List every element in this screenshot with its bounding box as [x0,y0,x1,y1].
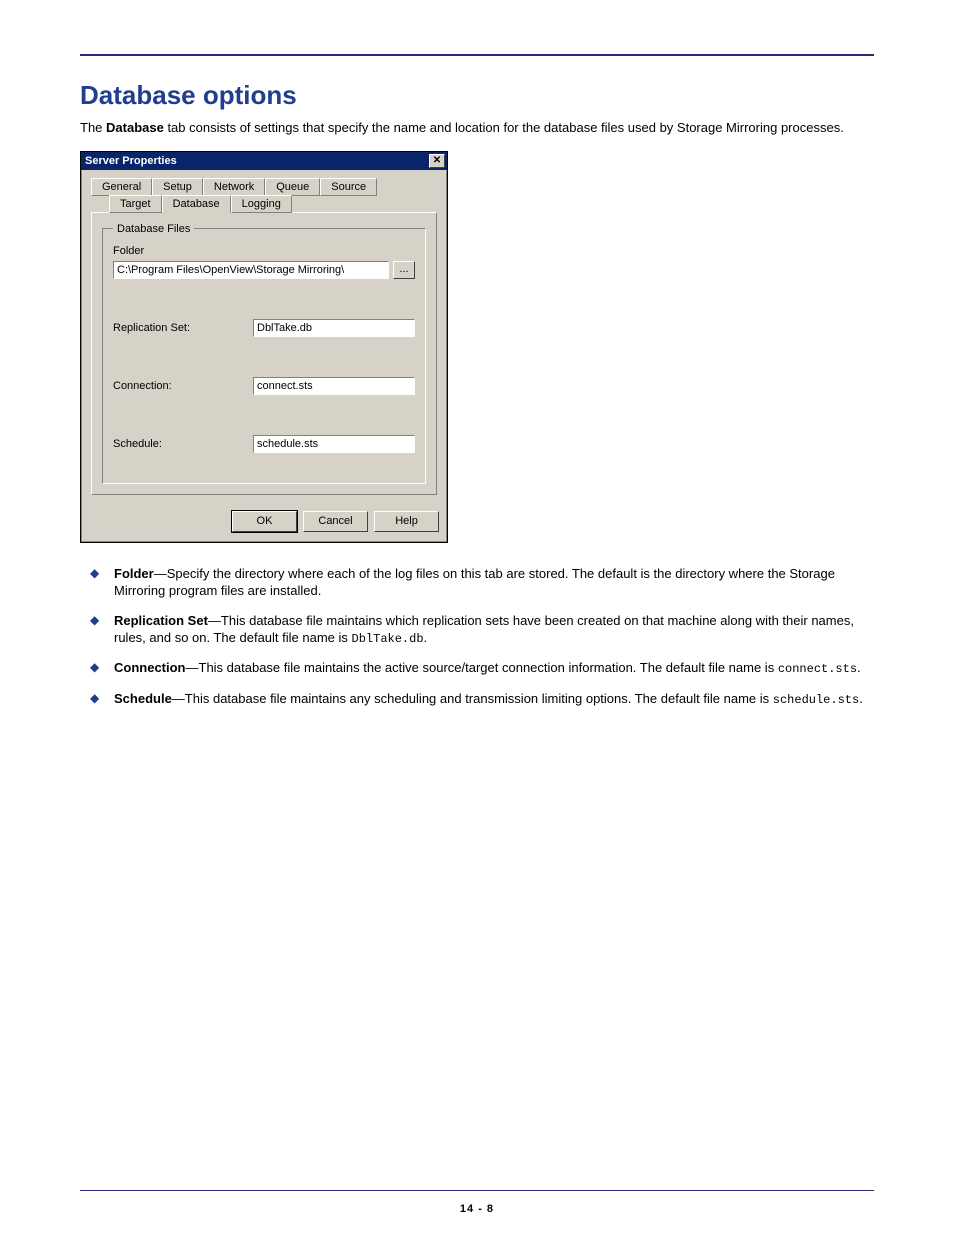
tab-general[interactable]: General [91,178,152,196]
page-content: Database options The Database tab consis… [80,80,874,720]
ok-button[interactable]: OK [232,511,297,532]
bullet-repset-bold: Replication Set [114,613,208,628]
cancel-button[interactable]: Cancel [303,511,368,532]
intro-suffix: tab consists of settings that specify th… [164,120,844,135]
bullet-folder-text: —Specify the directory where each of the… [114,566,835,599]
bullet-sched-bold: Schedule [114,691,172,706]
list-item: Schedule—This database file maintains an… [80,690,874,708]
tab-queue[interactable]: Queue [265,178,320,196]
schedule-input[interactable] [253,435,415,453]
period: . [859,691,863,706]
folder-label: Folder [113,245,415,257]
database-files-group: Database Files Folder ... Replication Se… [102,223,426,484]
dialog-titlebar[interactable]: Server Properties ✕ [81,152,447,170]
bullet-folder-bold: Folder [114,566,154,581]
replication-set-input[interactable] [253,319,415,337]
tab-target[interactable]: Target [109,195,162,213]
bullet-repset-code: DblTake.db [352,632,424,646]
bullet-sched-code: schedule.sts [773,693,859,707]
tab-network[interactable]: Network [203,178,265,196]
bullet-conn-code: connect.sts [778,662,857,676]
tab-strip: General Setup Network Queue Source Targe… [91,178,437,213]
top-rule [80,54,874,56]
dialog-body: General Setup Network Queue Source Targe… [81,170,447,501]
server-properties-dialog: Server Properties ✕ General Setup Networ… [80,151,448,543]
connection-label: Connection: [113,380,253,392]
connection-input[interactable] [253,377,415,395]
bullet-sched-text: —This database file maintains any schedu… [172,691,773,706]
period: . [857,660,861,675]
dialog-button-row: OK Cancel Help [81,501,447,542]
page-title: Database options [80,80,874,111]
intro-paragraph: The Database tab consists of settings th… [80,119,874,137]
list-item: Replication Set—This database file maint… [80,612,874,648]
bottom-rule [80,1190,874,1192]
browse-button[interactable]: ... [393,261,415,279]
bullet-conn-bold: Connection [114,660,186,675]
tab-logging[interactable]: Logging [231,195,292,213]
dialog-title: Server Properties [85,155,177,167]
description-list: Folder—Specify the directory where each … [80,565,874,708]
close-icon[interactable]: ✕ [429,154,445,168]
bullet-repset-text: —This database file maintains which repl… [114,613,854,646]
tab-setup[interactable]: Setup [152,178,203,196]
replication-set-label: Replication Set: [113,322,253,334]
tab-database[interactable]: Database [162,195,231,213]
list-item: Connection—This database file maintains … [80,659,874,677]
schedule-label: Schedule: [113,438,253,450]
tab-panel-database: Database Files Folder ... Replication Se… [91,212,437,495]
period: . [424,630,428,645]
bullet-conn-text: —This database file maintains the active… [186,660,778,675]
group-legend: Database Files [113,223,194,235]
intro-prefix: The [80,120,106,135]
intro-bold: Database [106,120,164,135]
page-number: 14 - 8 [0,1203,954,1215]
list-item: Folder—Specify the directory where each … [80,565,874,600]
tab-source[interactable]: Source [320,178,377,196]
help-button[interactable]: Help [374,511,439,532]
folder-input[interactable] [113,261,389,279]
